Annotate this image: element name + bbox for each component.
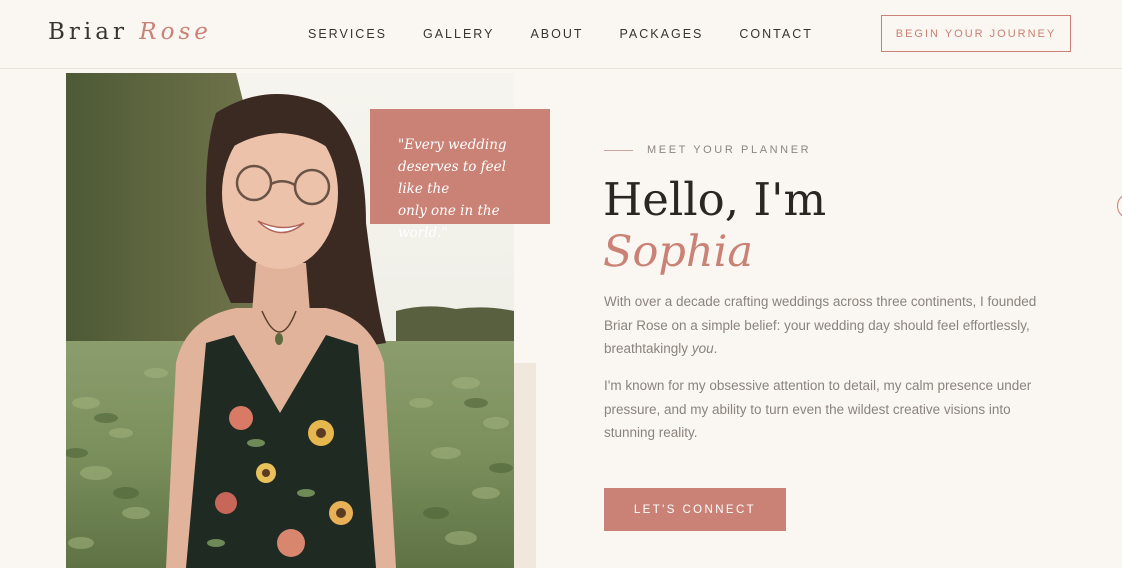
intro-paragraph-1-emphasis: you	[691, 341, 714, 356]
brand-name-first: Briar	[48, 19, 128, 45]
main-nav: SERVICES GALLERY ABOUT PACKAGES CONTACT	[308, 27, 813, 41]
circle-outline-icon[interactable]	[1117, 193, 1122, 219]
quote-line: only one in the world."	[398, 203, 500, 241]
quote-line: deserves to feel like the	[398, 159, 506, 197]
nav-link-packages[interactable]: PACKAGES	[620, 27, 704, 41]
intro-paragraph-1-end: .	[713, 341, 718, 356]
nav-link-services[interactable]: SERVICES	[308, 27, 387, 41]
begin-journey-button[interactable]: BEGIN YOUR JOURNEY	[881, 15, 1071, 52]
section-eyebrow: MEET YOUR PLANNER	[604, 144, 811, 156]
nav-link-gallery[interactable]: GALLERY	[423, 27, 494, 41]
lets-connect-button[interactable]: LET'S CONNECT	[604, 488, 786, 531]
intro-heading: Hello, I'm	[603, 173, 827, 226]
nav-link-about[interactable]: ABOUT	[530, 27, 583, 41]
brand-logo[interactable]: Briar Rose	[48, 19, 212, 45]
intro-paragraph-2: I'm known for my obsessive attention to …	[604, 378, 1032, 440]
site-header: Briar Rose SERVICES GALLERY ABOUT PACKAG…	[0, 0, 1122, 69]
planner-quote-card: "Every wedding deserves to feel like the…	[370, 109, 550, 241]
photo-backdrop-block	[514, 363, 536, 568]
nav-link-contact[interactable]: CONTACT	[739, 27, 813, 41]
planner-name: Sophia	[603, 227, 753, 277]
intro-paragraph-1-text: With over a decade crafting weddings acr…	[604, 294, 1037, 356]
quote-line: "Every wedding	[398, 137, 507, 153]
eyebrow-divider	[604, 149, 633, 151]
eyebrow-label: MEET YOUR PLANNER	[647, 144, 812, 156]
brand-name-second: Rose	[139, 19, 212, 45]
intro-paragraph-1: With over a decade crafting weddings acr…	[604, 290, 1042, 361]
